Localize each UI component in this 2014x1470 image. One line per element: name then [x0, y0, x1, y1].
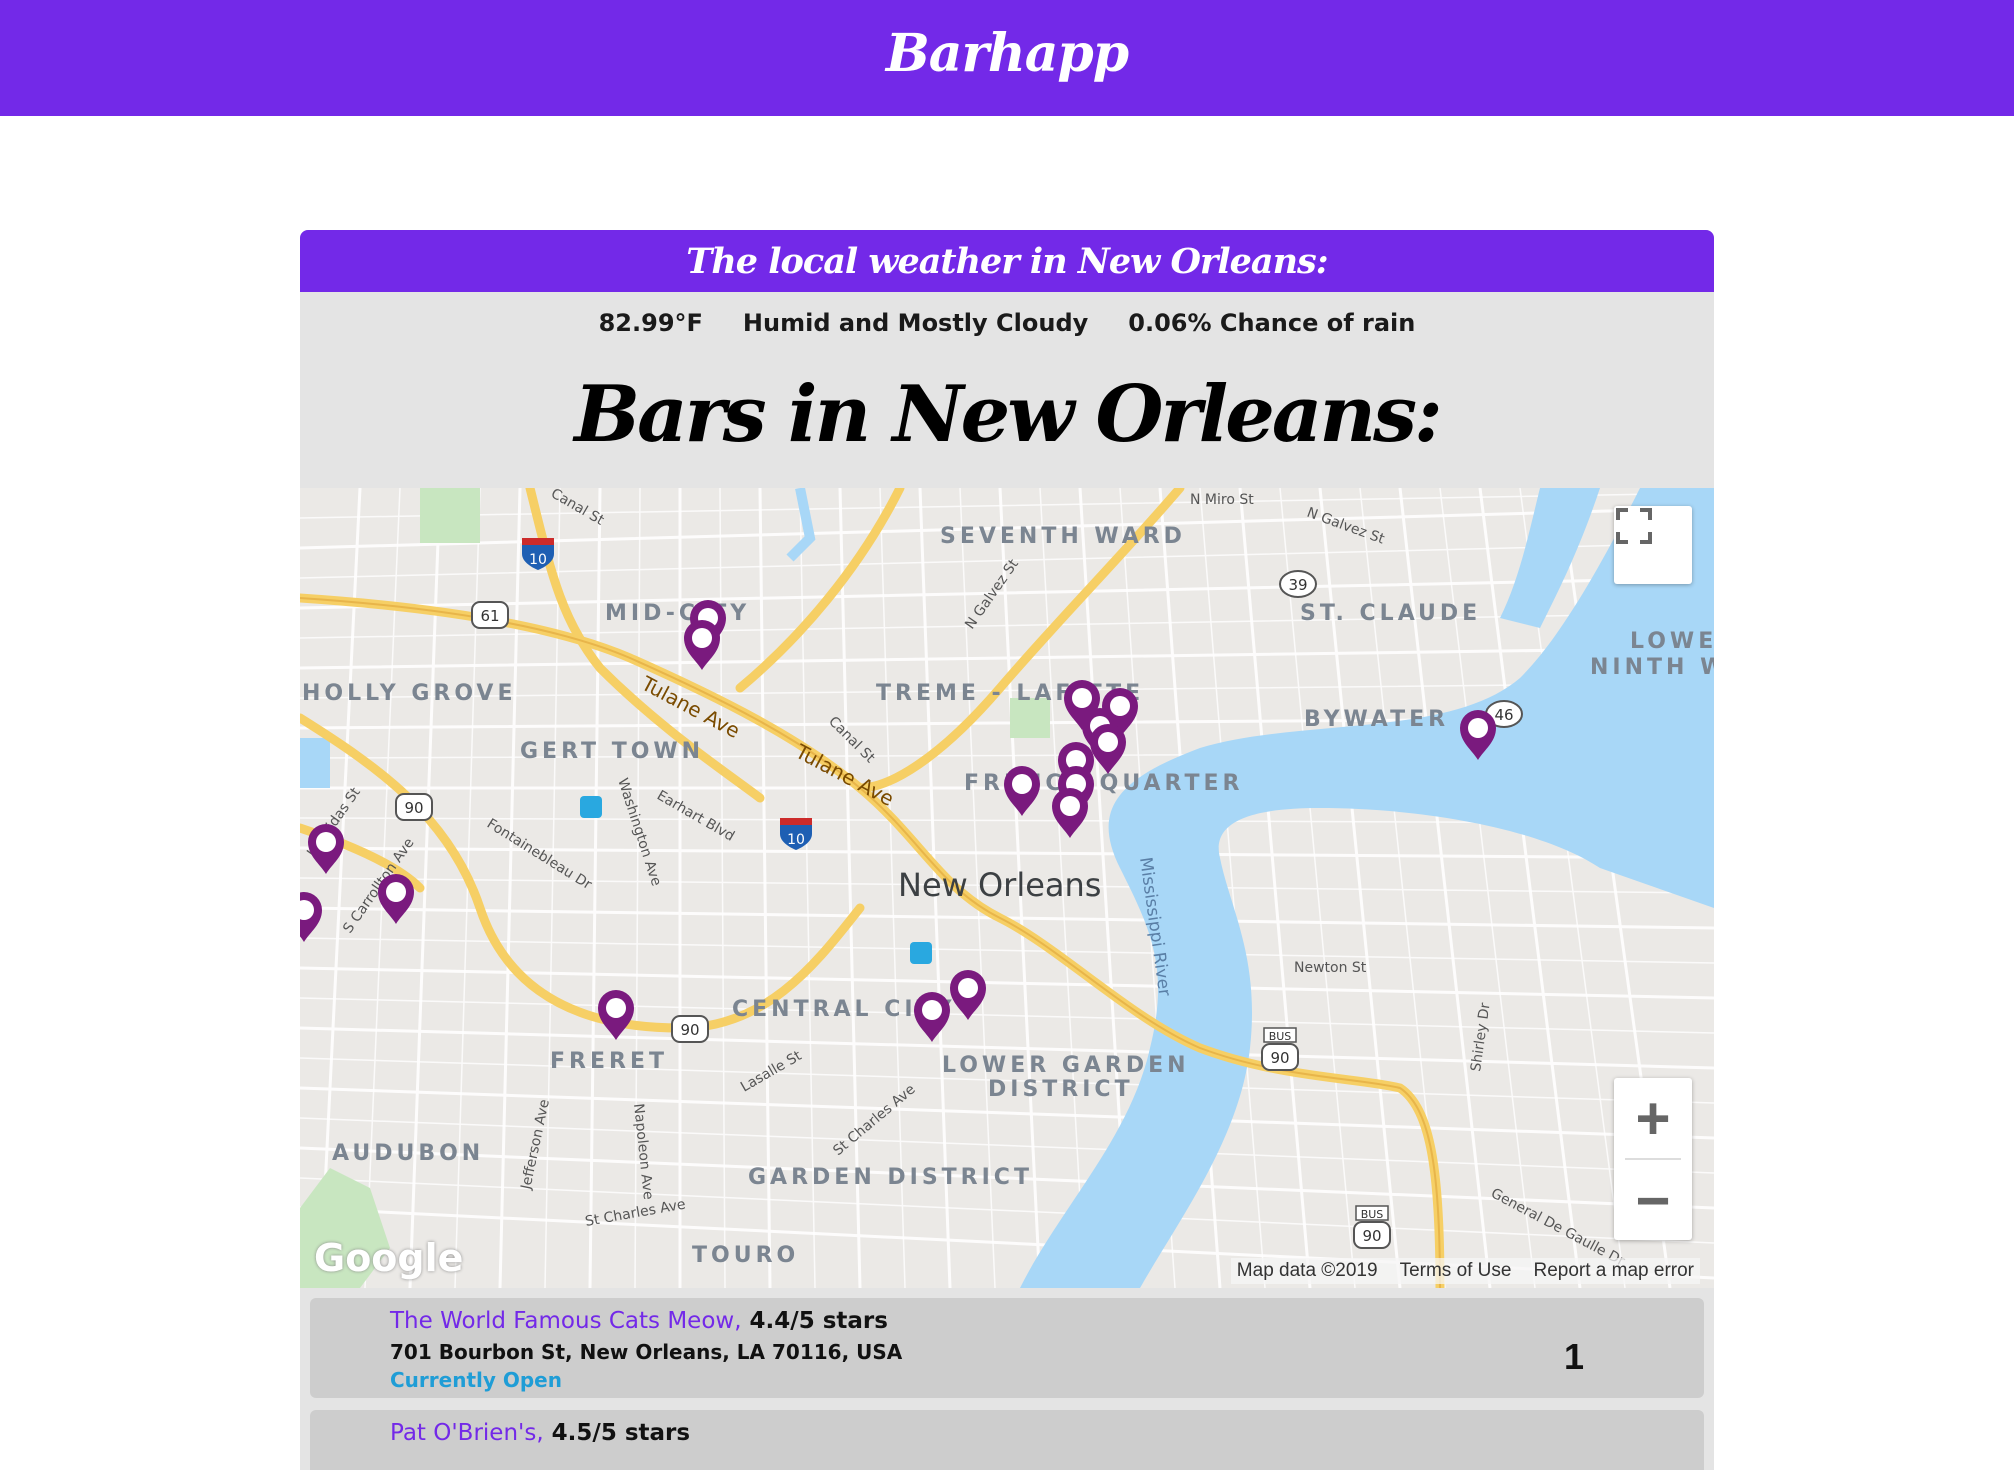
label-seventh-ward: SEVENTH WARD: [940, 524, 1186, 549]
label-district: DISTRICT: [988, 1077, 1134, 1102]
weather-heading: The local weather in New Orleans:: [300, 230, 1714, 292]
bar-name-link[interactable]: Pat O'Brien's,: [390, 1420, 544, 1446]
google-logo[interactable]: Google: [314, 1236, 463, 1280]
label-lower-garden: LOWER GARDEN: [942, 1053, 1190, 1078]
weather-temp: 82.99°F: [598, 309, 703, 337]
bus-shield-90b: BUS 90: [1353, 1205, 1391, 1249]
label-touro: TOURO: [692, 1243, 799, 1268]
fullscreen-icon: [1616, 508, 1652, 544]
label-holly-grove: HOLLY GROVE: [302, 681, 516, 706]
transit-icon: [580, 796, 602, 818]
content-card: The local weather in New Orleans: 82.99°…: [300, 230, 1714, 1470]
svg-text:90: 90: [404, 799, 423, 817]
bar-address: 701 Bourbon St, New Orleans, LA 70116, U…: [390, 1340, 903, 1364]
svg-text:BUS: BUS: [1269, 1030, 1292, 1043]
us-shield-90b: 90: [671, 1015, 709, 1043]
label-garden-district: GARDEN DISTRICT: [748, 1165, 1033, 1190]
svg-text:46: 46: [1494, 706, 1513, 724]
weather-row: 82.99°F Humid and Mostly Cloudy 0.06% Ch…: [300, 292, 1714, 354]
street-newton-st: Newton St: [1294, 960, 1367, 976]
bus-shield-90a: BUS 90: [1261, 1027, 1299, 1071]
label-audubon: AUDUBON: [332, 1141, 484, 1166]
svg-text:90: 90: [1362, 1227, 1381, 1245]
weather-rain: 0.06% Chance of rain: [1128, 309, 1416, 337]
label-gert-town: GERT TOWN: [520, 739, 704, 764]
bars-heading: Bars in New Orleans:: [574, 368, 1443, 460]
svg-text:61: 61: [480, 607, 499, 625]
state-shield-39: 39: [1279, 570, 1317, 598]
street-n-miro-st: N Miro St: [1190, 492, 1254, 508]
svg-text:90: 90: [680, 1021, 699, 1039]
top-nav-bar: Barhapp: [0, 0, 2014, 116]
svg-text:10: 10: [529, 552, 547, 568]
map-canvas[interactable]: SEVENTH WARD MID-CITY ST. CLAUDE LOWER N…: [300, 488, 1714, 1288]
bar-rating: 4.5/5 stars: [551, 1420, 691, 1446]
zoom-out-button[interactable]: −: [1614, 1160, 1692, 1240]
bar-rank: 1: [1563, 1336, 1584, 1377]
svg-text:39: 39: [1288, 576, 1307, 594]
terms-link[interactable]: Terms of Use: [1400, 1260, 1512, 1282]
zoom-controls: + −: [1614, 1078, 1692, 1240]
zoom-in-button[interactable]: +: [1614, 1078, 1692, 1158]
us-shield-90a: 90: [395, 793, 433, 821]
map-data-credit: Map data ©2019: [1236, 1260, 1378, 1281]
bar-list-item[interactable]: Pat O'Brien's, 4.5/5 stars: [310, 1410, 1704, 1470]
bar-name-link[interactable]: The World Famous Cats Meow,: [390, 1308, 742, 1334]
label-ninth-ward: NINTH W: [1590, 655, 1714, 680]
bar-title-row: The World Famous Cats Meow, 4.4/5 stars: [390, 1308, 902, 1334]
transit-icon: [910, 942, 932, 964]
svg-text:BUS: BUS: [1361, 1208, 1384, 1221]
label-st-claude: ST. CLAUDE: [1300, 601, 1481, 626]
brand-logo[interactable]: Barhapp: [886, 23, 1129, 84]
us-shield-61: 61: [471, 601, 509, 629]
label-city: New Orleans: [898, 866, 1101, 904]
svg-text:10: 10: [787, 832, 805, 848]
bar-rating: 4.4/5 stars: [749, 1308, 888, 1334]
report-error-link[interactable]: Report a map error: [1533, 1260, 1694, 1282]
bar-title-row: Pat O'Brien's, 4.5/5 stars: [390, 1420, 690, 1446]
fullscreen-button[interactable]: [1614, 506, 1692, 584]
label-bywater: BYWATER: [1304, 707, 1449, 732]
bar-status: Currently Open: [390, 1368, 562, 1392]
label-lower: LOWER: [1630, 629, 1714, 654]
svg-text:90: 90: [1270, 1049, 1289, 1067]
weather-summary: Humid and Mostly Cloudy: [742, 309, 1089, 337]
bar-map[interactable]: SEVENTH WARD MID-CITY ST. CLAUDE LOWER N…: [300, 488, 1714, 1288]
label-freret: FRERET: [550, 1049, 668, 1074]
bar-list-item[interactable]: The World Famous Cats Meow, 4.4/5 stars …: [310, 1298, 1704, 1398]
map-attribution: Map data ©2019 Terms of Use Report a map…: [1230, 1258, 1700, 1284]
label-mid-city: MID-CITY: [605, 601, 750, 626]
